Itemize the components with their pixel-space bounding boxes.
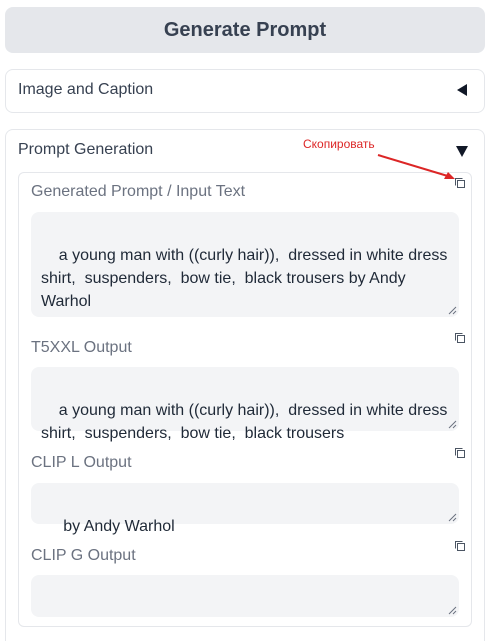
- copy-icon[interactable]: [454, 540, 466, 552]
- generate-prompt-button[interactable]: Generate Prompt: [5, 7, 485, 53]
- clip-g-output-textarea[interactable]: [31, 575, 459, 617]
- prompt-generation-accordion-title: Prompt Generation: [18, 141, 154, 158]
- clip-l-output-label: CLIP L Output: [31, 454, 132, 471]
- t5xxl-output-textarea[interactable]: a young man with ((curly hair)), dressed…: [31, 367, 459, 442]
- resize-grip-icon[interactable]: [448, 606, 457, 615]
- generated-prompt-text: a young man with ((curly hair)), dressed…: [41, 247, 452, 310]
- generated-prompt-label: Generated Prompt / Input Text: [31, 183, 246, 200]
- triangle-left-icon[interactable]: [457, 84, 467, 96]
- triangle-down-icon[interactable]: [456, 145, 468, 157]
- prompt-generation-accordion-header[interactable]: Prompt Generation: [18, 141, 470, 159]
- copy-annotation-label: Скопировать: [303, 137, 375, 151]
- resize-grip-icon[interactable]: [448, 513, 457, 522]
- clip-l-output-textarea[interactable]: by Andy Warhol: [31, 483, 459, 535]
- resize-grip-icon[interactable]: [448, 420, 457, 429]
- clip-g-output-label: CLIP G Output: [31, 547, 136, 564]
- resize-grip-icon[interactable]: [448, 306, 457, 315]
- clip-l-output-text: by Andy Warhol: [58, 518, 175, 535]
- page: Generate Prompt Image and Caption Prompt…: [0, 0, 489, 641]
- t5xxl-output-label: T5XXL Output: [31, 339, 132, 356]
- image-caption-accordion-header[interactable]: Image and Caption: [18, 81, 470, 99]
- generated-prompt-textarea[interactable]: a young man with ((curly hair)), dressed…: [31, 212, 459, 317]
- copy-icon[interactable]: [454, 177, 466, 189]
- copy-icon[interactable]: [454, 447, 466, 459]
- copy-icon[interactable]: [454, 332, 466, 344]
- image-caption-accordion-title: Image and Caption: [18, 81, 154, 98]
- image-caption-accordion[interactable]: Image and Caption: [5, 69, 485, 113]
